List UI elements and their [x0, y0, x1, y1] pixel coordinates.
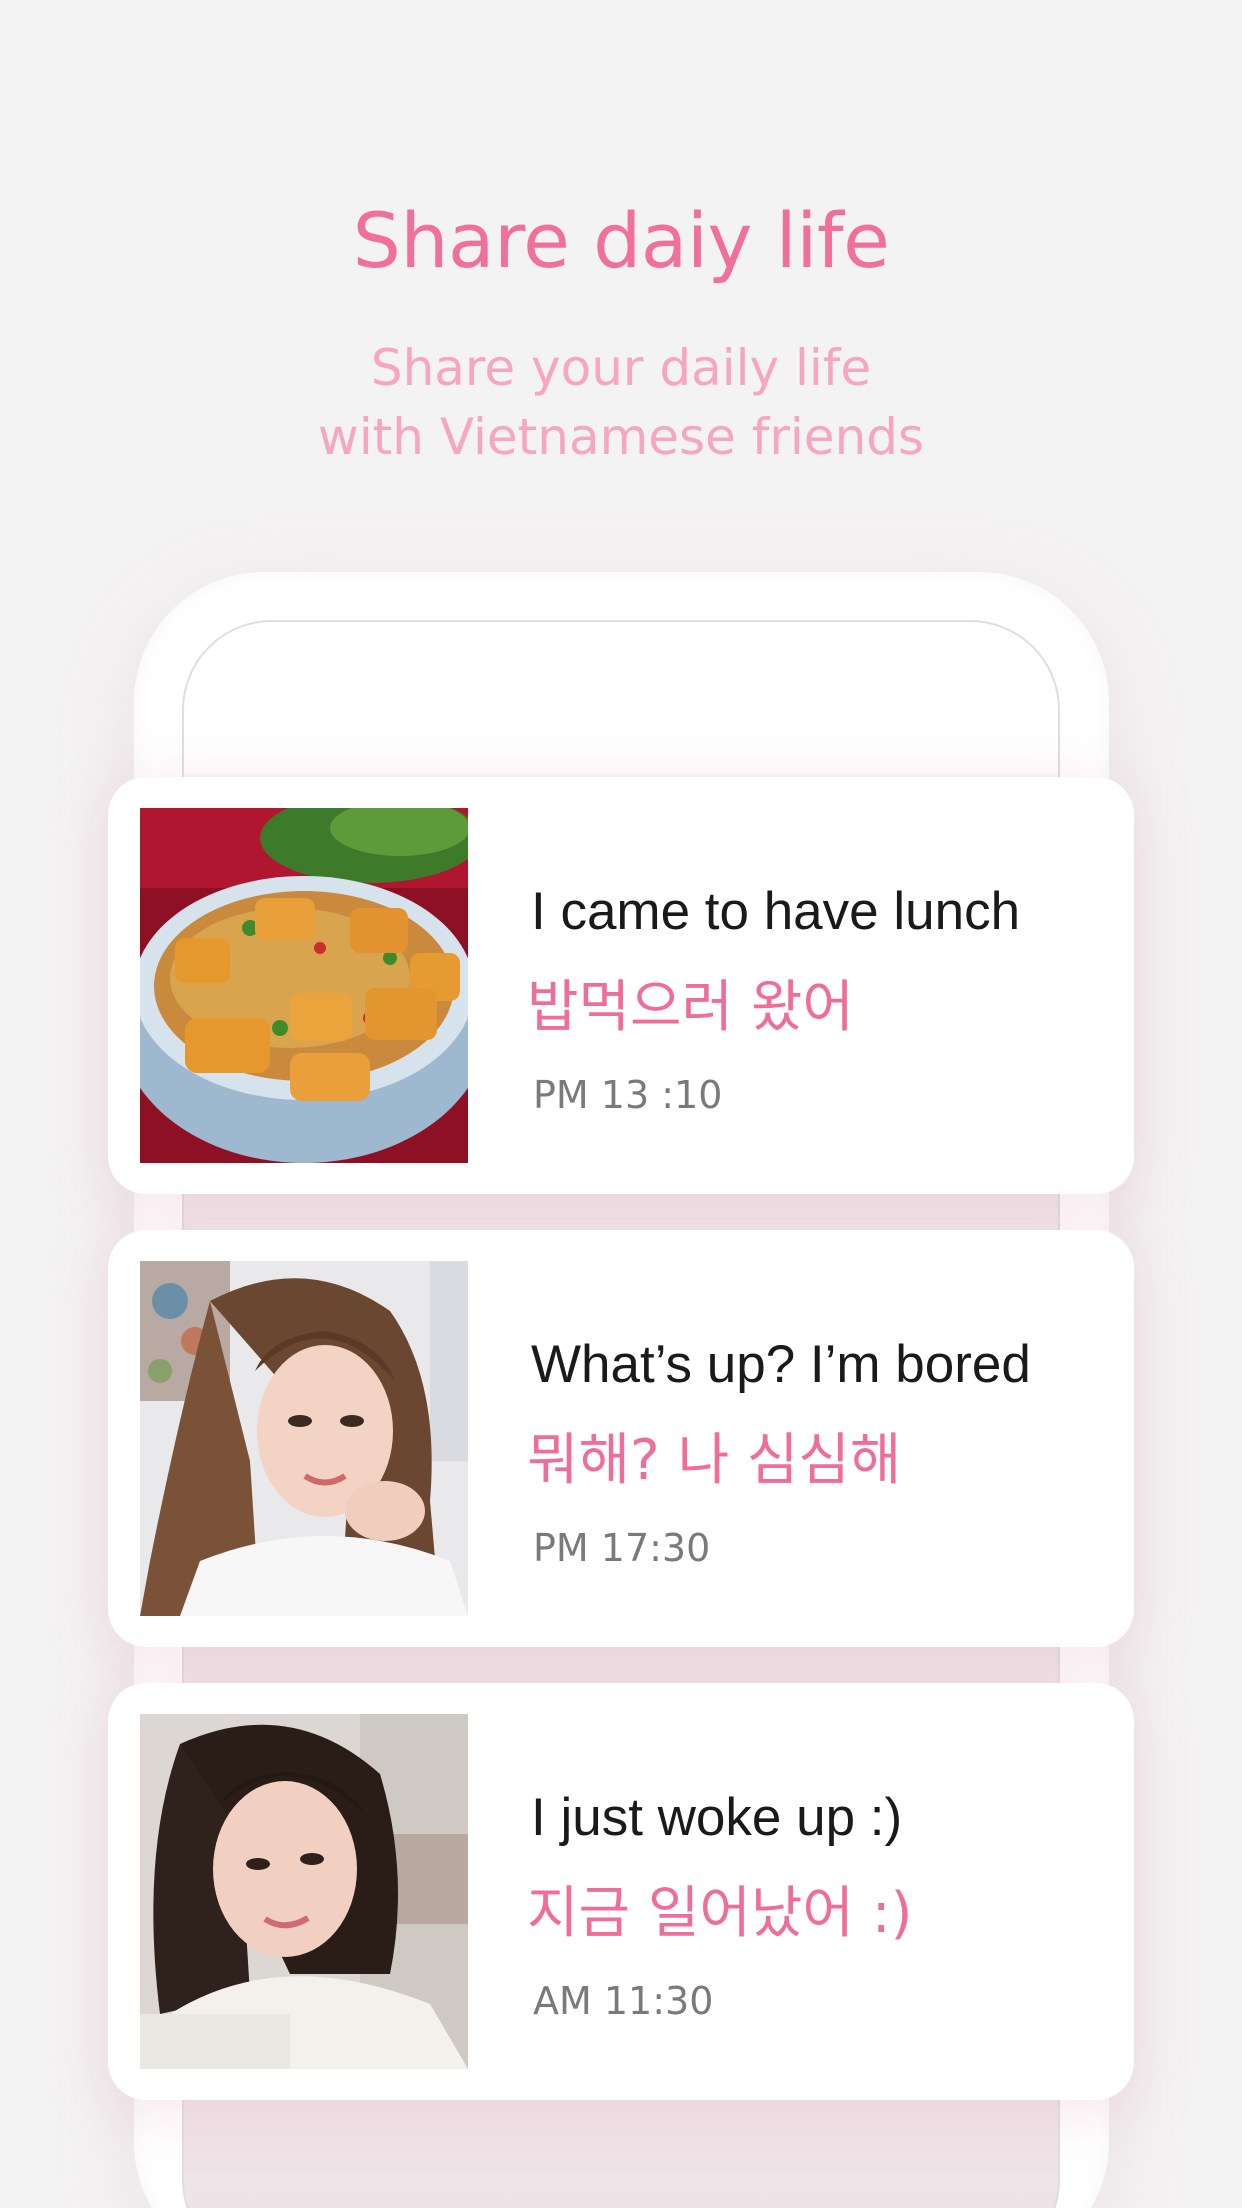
- page-title: Share daiy life: [352, 196, 890, 285]
- message-english: What’s up? I’m bored: [531, 1335, 1031, 1394]
- woman-selfie-photo: [140, 1261, 468, 1616]
- message-english: I came to have lunch: [531, 882, 1021, 941]
- noodle-soup-photo: [140, 808, 468, 1163]
- message-content: I came to have lunch 밥먹으러 왔어 PM 13 :10: [527, 777, 1121, 1194]
- woman-portrait-photo: [140, 1714, 468, 2069]
- subtitle-line-1: Share your daily life: [370, 339, 872, 397]
- message-content: I just woke up :) 지금 일어났어 :) AM 11:30: [527, 1683, 1121, 2100]
- message-time: AM 11:30: [533, 1979, 714, 2023]
- noodle-soup-image: [140, 808, 468, 1163]
- woman-selfie-image: [140, 1261, 468, 1616]
- message-korean: 지금 일어났어 :): [527, 1881, 913, 1946]
- chat-card[interactable]: I just woke up :) 지금 일어났어 :) AM 11:30: [108, 1683, 1134, 2100]
- page-subtitle: Share your daily life with Vietnamese fr…: [0, 334, 1242, 472]
- message-time: PM 17:30: [533, 1526, 711, 1570]
- message-english: I just woke up :): [531, 1788, 903, 1847]
- message-content: What’s up? I’m bored 뭐해? 나 심심해 PM 17:30: [527, 1230, 1121, 1647]
- chat-card[interactable]: What’s up? I’m bored 뭐해? 나 심심해 PM 17:30: [108, 1230, 1134, 1647]
- promo-screen: Share daiy life Share your daily life wi…: [0, 0, 1242, 2208]
- subtitle-line-2: with Vietnamese friends: [317, 408, 925, 466]
- chat-card[interactable]: I came to have lunch 밥먹으러 왔어 PM 13 :10: [108, 777, 1134, 1194]
- message-korean: 뭐해? 나 심심해: [527, 1428, 902, 1493]
- message-korean: 밥먹으러 왔어: [527, 975, 854, 1040]
- message-time: PM 13 :10: [533, 1073, 723, 1117]
- woman-portrait-image: [140, 1714, 468, 2069]
